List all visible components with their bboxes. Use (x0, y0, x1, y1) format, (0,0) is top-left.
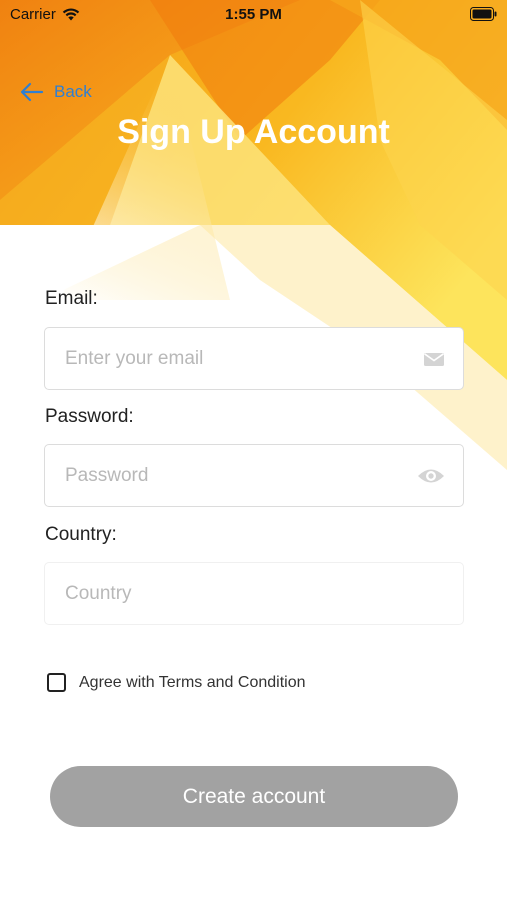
status-bar: Carrier 1:55 PM (0, 0, 507, 30)
password-field[interactable] (44, 444, 464, 507)
back-button[interactable]: Back (20, 82, 92, 102)
create-account-button[interactable]: Create account (50, 766, 458, 827)
battery-icon (470, 7, 497, 21)
create-account-label: Create account (182, 784, 326, 808)
country-label: Country: (45, 524, 117, 545)
password-label: Password: (45, 406, 134, 427)
email-input[interactable] (65, 328, 405, 389)
password-input[interactable] (65, 445, 405, 506)
terms-label: Agree with Terms and Condition (79, 673, 306, 691)
status-time: 1:55 PM (225, 6, 282, 23)
terms-row[interactable]: Agree with Terms and Condition (47, 673, 306, 692)
email-label: Email: (45, 288, 98, 309)
envelope-icon (424, 353, 444, 366)
email-field[interactable] (44, 327, 464, 390)
page-title: Sign Up Account (117, 113, 390, 151)
country-input[interactable] (65, 563, 405, 624)
terms-checkbox[interactable] (47, 673, 66, 692)
eye-icon[interactable] (417, 465, 445, 487)
country-field[interactable] (44, 562, 464, 625)
back-label: Back (54, 82, 92, 101)
arrow-left-icon (20, 82, 44, 102)
